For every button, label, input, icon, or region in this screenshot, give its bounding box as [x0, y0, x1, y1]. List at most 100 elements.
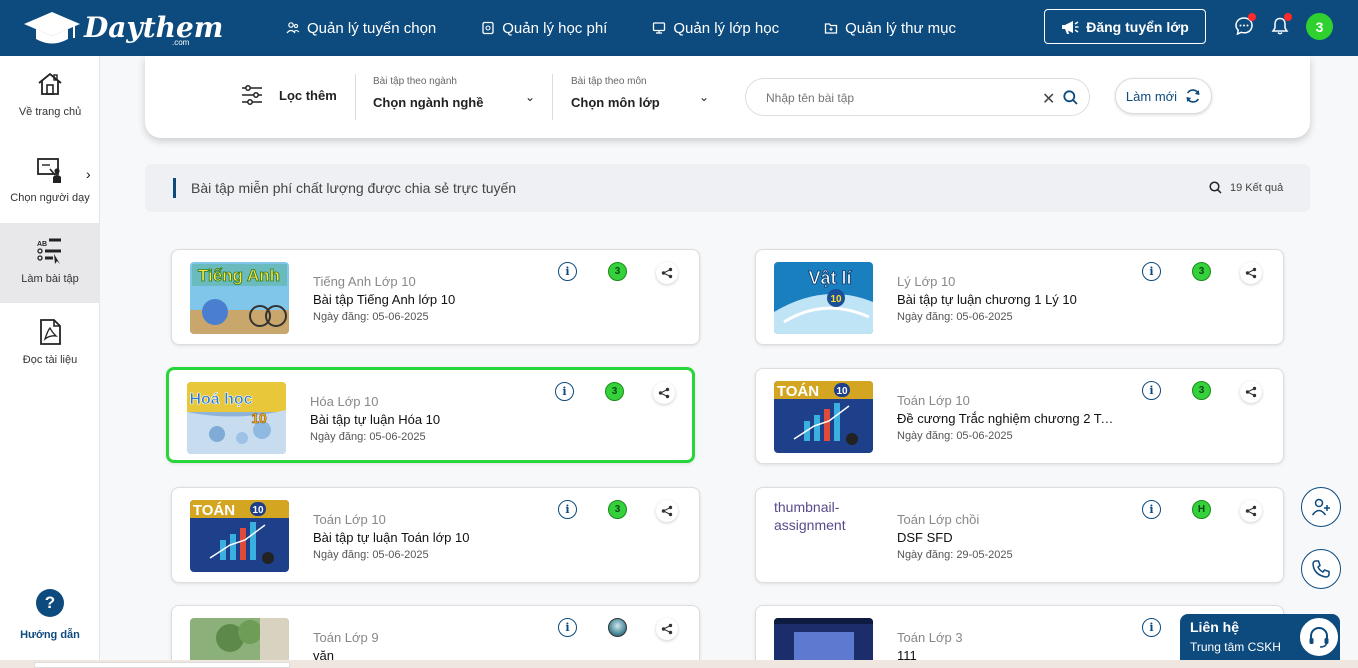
- exercise-card[interactable]: thumbnail-assignment Toán Lớp chồi DSF SFD…: [755, 487, 1284, 583]
- search-icon[interactable]: [1063, 90, 1078, 105]
- clear-icon[interactable]: ✕: [1042, 89, 1055, 109]
- major-caption: Bài tập theo ngành: [373, 76, 457, 87]
- question-icon: ?: [36, 589, 64, 617]
- card-thumbnail[interactable]: TOÁN 10: [190, 500, 289, 572]
- card-thumbnail[interactable]: TOÁN 10: [774, 381, 873, 453]
- graduation-cap-icon: [24, 12, 80, 44]
- svg-text:10: 10: [252, 505, 264, 516]
- sidebar-item-label: Làm bài tập: [21, 273, 79, 285]
- sidebar-item-exercises[interactable]: AB Làm bài tập: [0, 223, 100, 303]
- card-subject: Tiếng Anh Lớp 10: [313, 274, 416, 289]
- divider: [355, 74, 356, 120]
- card-title[interactable]: Bài tập tự luận Hóa 10: [310, 412, 530, 427]
- refresh-icon: [1186, 89, 1200, 103]
- main-nav: Quản lý tuyển chọn Quản lý học phí Quản …: [286, 0, 1001, 56]
- sidebar-item-home[interactable]: Về trang chủ: [0, 56, 100, 136]
- messages-button[interactable]: [1234, 13, 1256, 36]
- exercise-card[interactable]: 10 Vật lí Lý Lớp 10 Bài tập tự luận chương …: [755, 249, 1284, 345]
- card-title[interactable]: Bài tập tự luận chương 1 Lý 10: [897, 292, 1117, 307]
- exercise-card[interactable]: Hoá học 10 Hóa Lớp 10 Bài tập tự luận Hóa 1…: [166, 367, 695, 463]
- info-icon[interactable]: i: [558, 618, 577, 637]
- notifications-button[interactable]: [1270, 13, 1292, 36]
- cover-title: Tiếng Anh: [198, 266, 280, 285]
- more-filters-label: Lọc thêm: [279, 87, 337, 103]
- share-button[interactable]: [656, 618, 678, 640]
- result-count: 19 Kết quả: [1209, 181, 1283, 194]
- card-title[interactable]: DSF SFD: [897, 530, 1117, 545]
- top-navbar: Daythem .com Quản lý tuyển chọn Quản lý …: [0, 0, 1358, 56]
- sidebar-item-choose-teacher[interactable]: Chọn người dạy: [0, 142, 100, 222]
- share-button[interactable]: [656, 500, 678, 522]
- notification-dot: [1248, 13, 1256, 21]
- info-icon[interactable]: i: [1142, 262, 1161, 281]
- author-avatar[interactable]: 3: [608, 262, 627, 281]
- card-thumbnail[interactable]: 10 Vật lí: [774, 262, 873, 334]
- card-subject: Toán Lớp 9: [313, 630, 379, 645]
- card-thumbnail[interactable]: Tiếng Anh: [190, 262, 289, 334]
- author-avatar[interactable]: 3: [608, 500, 627, 519]
- sidebar: Về trang chủ Chọn người dạy › AB Làm bài…: [0, 56, 100, 668]
- info-icon[interactable]: i: [1142, 618, 1161, 637]
- author-avatar[interactable]: 3: [605, 382, 624, 401]
- thumbnail-broken-image: thumbnail-assignment: [774, 499, 846, 534]
- more-filters-button[interactable]: Lọc thêm: [241, 84, 337, 106]
- nav-label: Quản lý tuyển chọn: [307, 19, 437, 37]
- card-title[interactable]: Đề cương Trắc nghiệm chương 2 Toán 10: [897, 411, 1117, 426]
- share-button[interactable]: [656, 262, 678, 284]
- nav-tuition[interactable]: Quản lý học phí: [481, 20, 607, 37]
- subject-select[interactable]: Bài tập theo môn Chọn môn lớp ⌄: [571, 76, 711, 110]
- card-subject: Toán Lớp 10: [313, 512, 386, 527]
- major-select[interactable]: Bài tập theo ngành Chọn ngành nghề ⌄: [373, 76, 541, 110]
- exercise-card[interactable]: Toán Lớp 9 văn i: [171, 605, 700, 668]
- refresh-label: Làm mới: [1125, 88, 1178, 104]
- card-title[interactable]: Bài tập Tiếng Anh lớp 10: [313, 292, 533, 307]
- nav-folders[interactable]: Quản lý thư mục: [824, 20, 956, 37]
- add-user-icon: [1311, 498, 1330, 516]
- brand-name: Daythem: [84, 11, 224, 44]
- refresh-button[interactable]: Làm mới: [1115, 78, 1212, 114]
- exercise-card[interactable]: TOÁN 10 Toán Lớp 10 Bài tập tự luận Toán lớ…: [171, 487, 700, 583]
- user-avatar[interactable]: 3: [1306, 13, 1333, 40]
- cover-english: Tiếng Anh: [190, 262, 289, 334]
- exercise-card[interactable]: TOÁN 10 Toán Lớp 10 Đề cương Trắc nghiệm ch…: [755, 368, 1284, 464]
- card-subject: Toán Lớp 3: [897, 630, 963, 645]
- call-button[interactable]: [1301, 549, 1341, 589]
- author-avatar[interactable]: 3: [1192, 381, 1211, 400]
- chevron-right-icon[interactable]: ›: [86, 166, 91, 182]
- share-button[interactable]: [1240, 262, 1262, 284]
- card-thumbnail[interactable]: Hoá học 10: [187, 382, 286, 454]
- card-title[interactable]: Bài tập tự luận Toán lớp 10: [313, 530, 533, 545]
- help-button[interactable]: ? Hướng dẫn: [0, 589, 100, 641]
- svg-text:10: 10: [836, 386, 848, 397]
- teacher-icon: [37, 158, 61, 183]
- info-icon[interactable]: i: [558, 500, 577, 519]
- card-date: Ngày đăng: 05-06-2025: [313, 549, 429, 561]
- info-icon[interactable]: i: [555, 382, 574, 401]
- author-avatar[interactable]: 3: [1192, 262, 1211, 281]
- search-input[interactable]: [766, 88, 1026, 108]
- share-button[interactable]: [1240, 500, 1262, 522]
- info-icon[interactable]: i: [1142, 500, 1161, 519]
- nav-classes[interactable]: Quản lý lớp học: [652, 20, 779, 37]
- sliders-icon: [242, 85, 262, 105]
- sidebar-item-label: Đọc tài liệu: [22, 354, 78, 366]
- exercise-card[interactable]: Tiếng Anh Tiếng Anh Lớp 10 Bài tập Tiếng A…: [171, 249, 700, 345]
- people-icon: [286, 22, 300, 34]
- card-subject: Toán Lớp chồi: [897, 512, 980, 527]
- banner-accent: [173, 178, 176, 198]
- share-button[interactable]: [1240, 381, 1262, 403]
- share-icon: [658, 387, 670, 399]
- result-count-label: 19 Kết quả: [1230, 181, 1284, 194]
- card-date: Ngày đăng: 05-06-2025: [897, 311, 1013, 323]
- nav-recruitment[interactable]: Quản lý tuyển chọn: [286, 20, 436, 37]
- post-class-button[interactable]: Đăng tuyển lớp: [1044, 9, 1206, 44]
- info-icon[interactable]: i: [1142, 381, 1161, 400]
- megaphone-icon: [1062, 20, 1079, 34]
- author-avatar[interactable]: H: [1192, 500, 1211, 519]
- add-contact-button[interactable]: [1301, 487, 1341, 527]
- info-icon[interactable]: i: [558, 262, 577, 281]
- sidebar-item-documents[interactable]: Đọc tài liệu: [0, 304, 100, 384]
- author-avatar[interactable]: [608, 618, 627, 637]
- share-button[interactable]: [653, 382, 675, 404]
- brand-logo[interactable]: Daythem .com: [22, 8, 223, 48]
